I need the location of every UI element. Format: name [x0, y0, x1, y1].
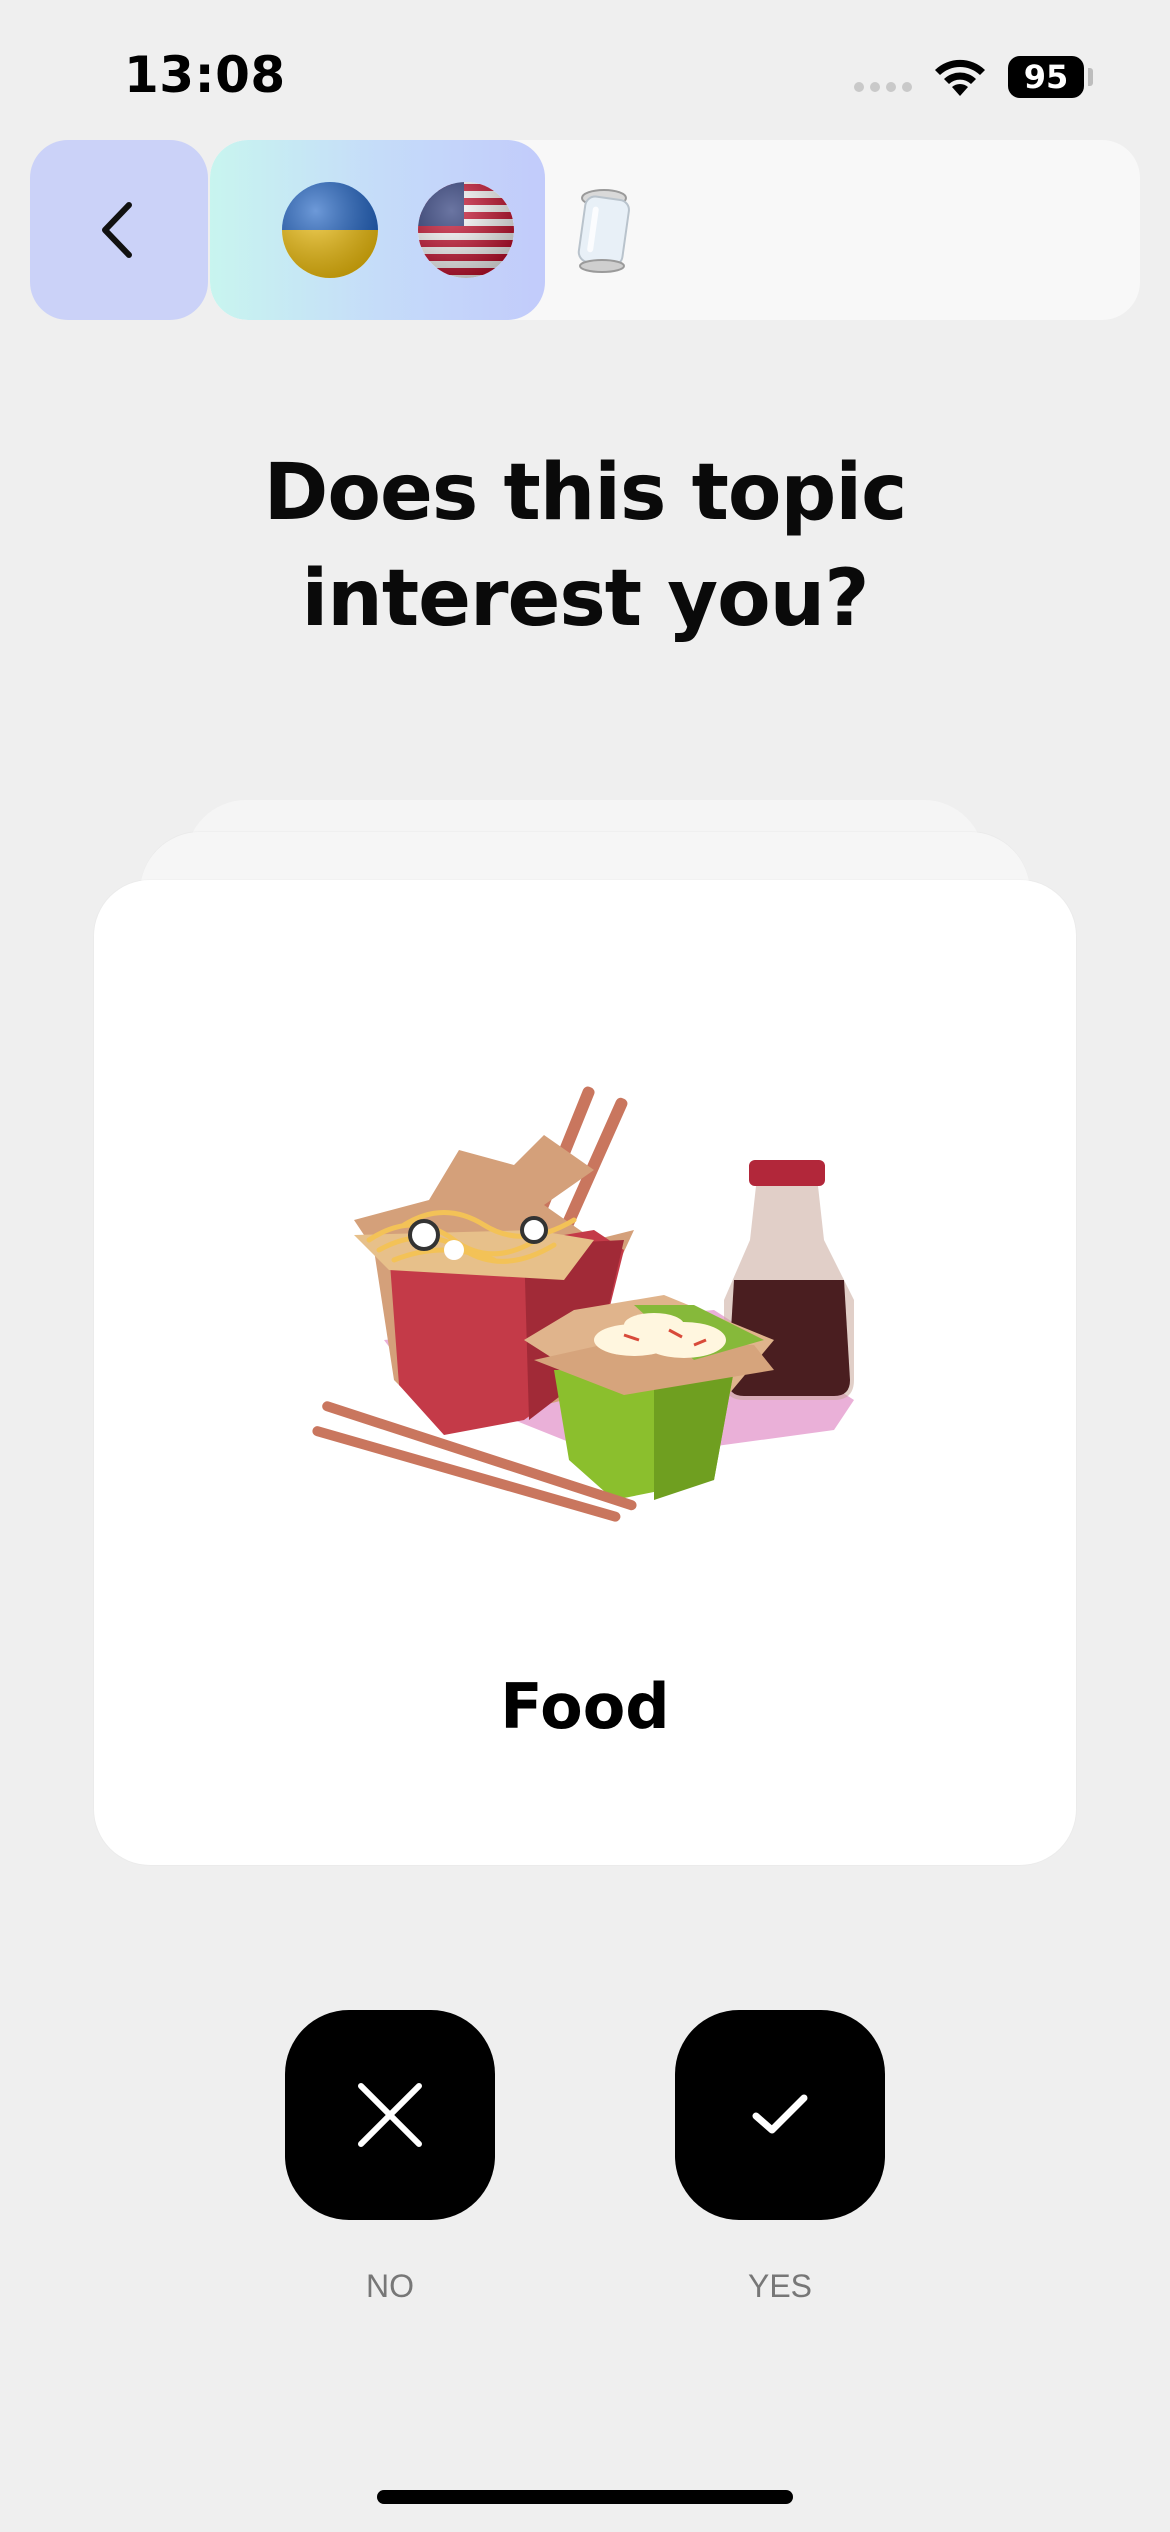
status-bar: 13:08 95	[0, 0, 1170, 150]
question-line-1: Does this topic	[263, 448, 908, 538]
glass-jar-icon	[552, 180, 652, 280]
no-label: NO	[366, 2268, 414, 2304]
topic-label: Food	[500, 1670, 670, 1743]
no-button[interactable]	[285, 2010, 495, 2220]
header	[0, 140, 1170, 320]
back-button[interactable]	[30, 140, 208, 320]
home-indicator[interactable]	[377, 2490, 793, 2504]
progress-icons	[280, 180, 652, 280]
yes-button[interactable]	[675, 2010, 885, 2220]
chevron-left-icon	[102, 202, 132, 258]
takeout-noodles-illustration	[312, 1086, 854, 1522]
battery-icon: 95	[1008, 56, 1084, 98]
wifi-icon	[935, 59, 985, 96]
topic-card[interactable]: Food	[94, 880, 1076, 1865]
battery-level: 95	[1023, 58, 1069, 96]
ukraine-flag-globe-icon	[280, 180, 380, 280]
yes-label: YES	[747, 2268, 813, 2304]
usa-flag-globe-icon	[416, 180, 516, 280]
checkmark-icon	[752, 2094, 808, 2134]
status-time: 13:08	[124, 46, 286, 104]
close-x-icon	[358, 2083, 422, 2147]
signal-dots-icon	[854, 82, 912, 92]
progress-bar	[210, 140, 1140, 320]
question-line-2: interest you?	[301, 554, 870, 644]
battery-tip	[1088, 68, 1093, 86]
question-title: Does this topic interest you?	[0, 440, 1170, 652]
